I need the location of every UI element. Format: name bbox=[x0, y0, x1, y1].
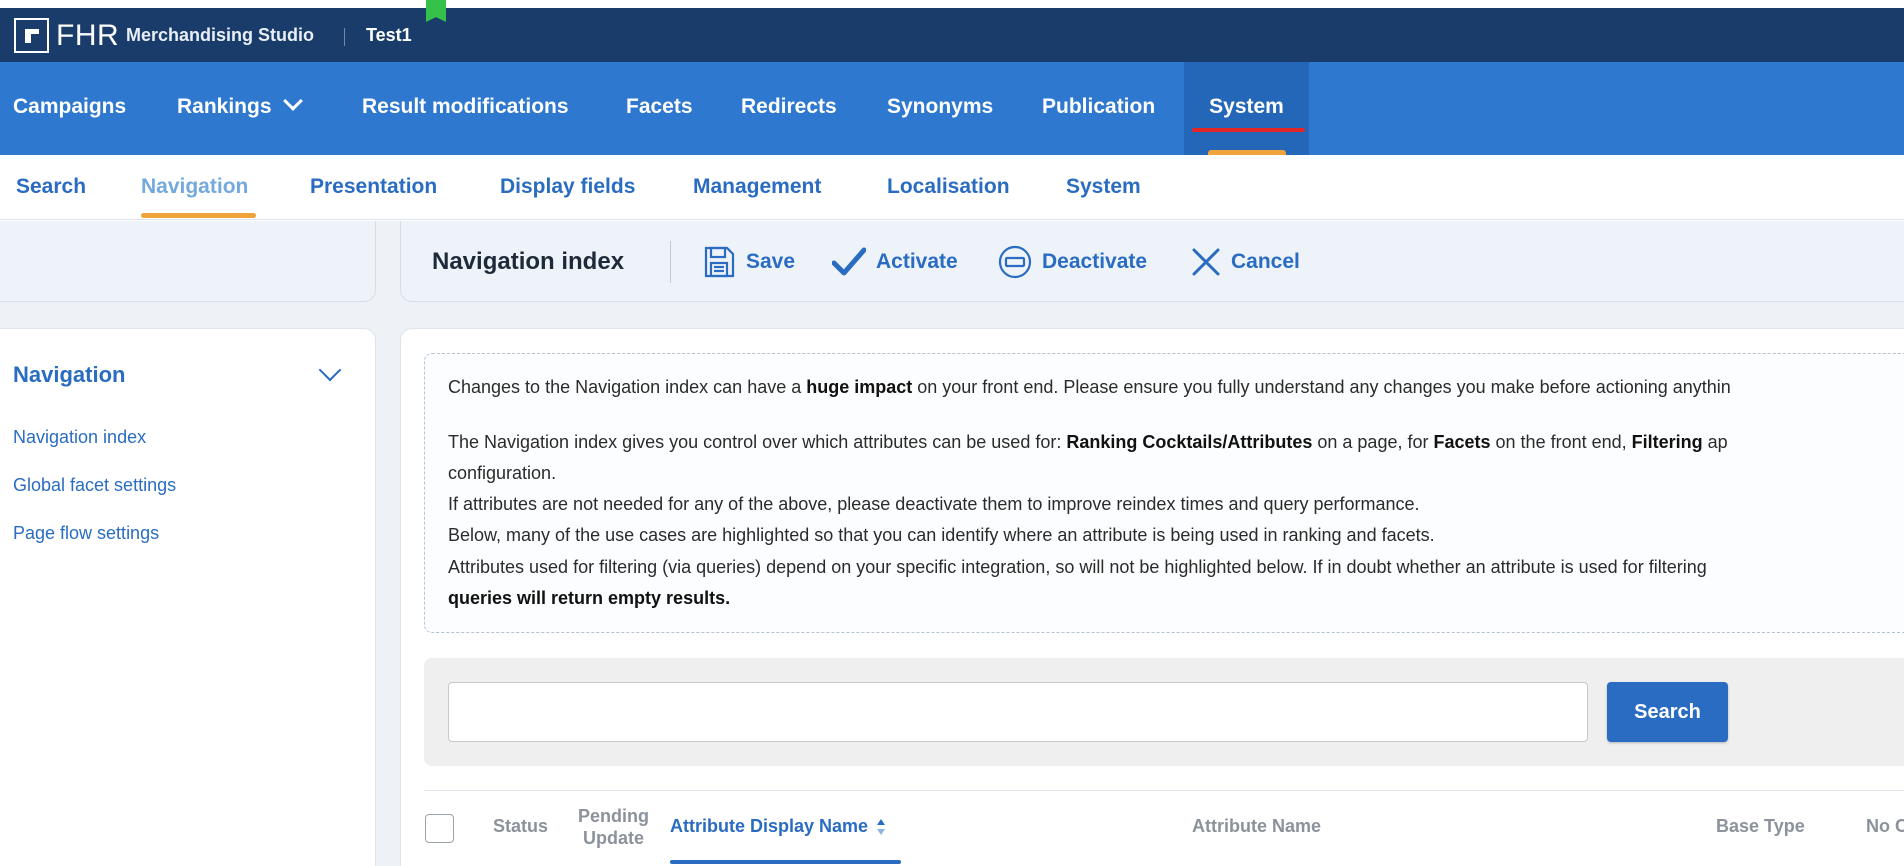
sub-nav-management[interactable]: Management bbox=[693, 175, 821, 199]
activate-button[interactable]: Activate bbox=[832, 246, 958, 278]
chevron-down-icon bbox=[282, 91, 303, 111]
sidebar bbox=[0, 328, 376, 866]
sub-nav-search[interactable]: Search bbox=[16, 175, 86, 199]
notice-line-3: configuration. bbox=[448, 463, 557, 483]
cancel-button[interactable]: Cancel bbox=[1191, 246, 1300, 278]
sub-nav-localisation[interactable]: Localisation bbox=[887, 175, 1010, 199]
column-header-base-type[interactable]: Base Type bbox=[1716, 816, 1805, 837]
select-all-checkbox[interactable] bbox=[425, 814, 454, 843]
deactivate-button[interactable]: Deactivate bbox=[998, 245, 1147, 279]
sub-nav: Search Navigation Presentation Display f… bbox=[0, 155, 1904, 220]
sub-nav-system[interactable]: System bbox=[1066, 175, 1141, 199]
main-nav-publication[interactable]: Publication bbox=[1042, 62, 1155, 155]
app-header: FHR Merchandising Studio Test1 bbox=[0, 8, 1904, 62]
app-name: Merchandising Studio bbox=[126, 25, 315, 45]
main-nav-facets[interactable]: Facets bbox=[626, 62, 693, 155]
environment-name[interactable]: Test1 bbox=[366, 25, 412, 46]
save-icon bbox=[704, 246, 735, 278]
column-header-attribute-name[interactable]: Attribute Name bbox=[1192, 816, 1321, 837]
navigation-active-indicator bbox=[141, 213, 256, 218]
save-button[interactable]: Save bbox=[702, 246, 795, 278]
column-header-status[interactable]: Status bbox=[493, 816, 548, 837]
deactivate-icon bbox=[998, 245, 1032, 279]
main-nav: Campaigns Rankings Result modifications … bbox=[0, 62, 1904, 155]
fhr-logo-icon bbox=[14, 18, 49, 53]
main-nav-redirects[interactable]: Redirects bbox=[741, 62, 837, 155]
sidebar-link-navigation-index[interactable]: Navigation index bbox=[13, 427, 146, 448]
main-nav-rankings[interactable]: Rankings bbox=[177, 62, 303, 155]
top-edge bbox=[0, 0, 1904, 8]
close-icon bbox=[1192, 248, 1220, 276]
search-button[interactable]: Search bbox=[1607, 682, 1728, 742]
main-nav-campaigns[interactable]: Campaigns bbox=[13, 62, 126, 155]
main-nav-synonyms[interactable]: Synonyms bbox=[887, 62, 993, 155]
sort-icon bbox=[877, 819, 886, 836]
sub-nav-navigation[interactable]: Navigation bbox=[141, 175, 248, 199]
notice-line-7: queries will return empty results. bbox=[448, 588, 731, 608]
sidebar-title[interactable]: Navigation bbox=[13, 362, 125, 388]
sidebar-link-global-facet-settings[interactable]: Global facet settings bbox=[13, 475, 176, 496]
left-toolbar-panel bbox=[0, 221, 376, 302]
notice-line-2: The Navigation index gives you control o… bbox=[448, 432, 1728, 452]
page-title: Navigation index bbox=[432, 248, 625, 275]
system-annotation-underline bbox=[1192, 128, 1305, 132]
notice-line-5: Below, many of the use cases are highlig… bbox=[448, 525, 1435, 545]
checkmark-icon bbox=[832, 247, 866, 276]
column-header-attribute-display-name[interactable]: Attribute Display Name bbox=[670, 816, 886, 837]
search-input[interactable] bbox=[448, 682, 1588, 742]
sidebar-link-page-flow-settings[interactable]: Page flow settings bbox=[13, 523, 159, 544]
toolbar-divider bbox=[670, 241, 671, 283]
main-nav-system[interactable]: System bbox=[1184, 62, 1309, 155]
notice-line-6: Attributes used for filtering (via queri… bbox=[448, 557, 1707, 577]
logo-text: FHR bbox=[56, 19, 120, 52]
column-header-pending-update[interactable]: Pending Update bbox=[578, 805, 649, 849]
sub-nav-display-fields[interactable]: Display fields bbox=[500, 175, 635, 199]
header-divider bbox=[344, 28, 345, 46]
main-nav-result-modifications[interactable]: Result modifications bbox=[362, 62, 569, 155]
sub-nav-presentation[interactable]: Presentation bbox=[310, 175, 437, 199]
sort-active-indicator bbox=[670, 860, 901, 864]
notice-line-4: If attributes are not needed for any of … bbox=[448, 494, 1420, 514]
toolbar-panel bbox=[400, 221, 1904, 302]
column-header-no-c[interactable]: No C bbox=[1866, 816, 1904, 837]
notice-line-1: Changes to the Navigation index can have… bbox=[448, 377, 1731, 397]
